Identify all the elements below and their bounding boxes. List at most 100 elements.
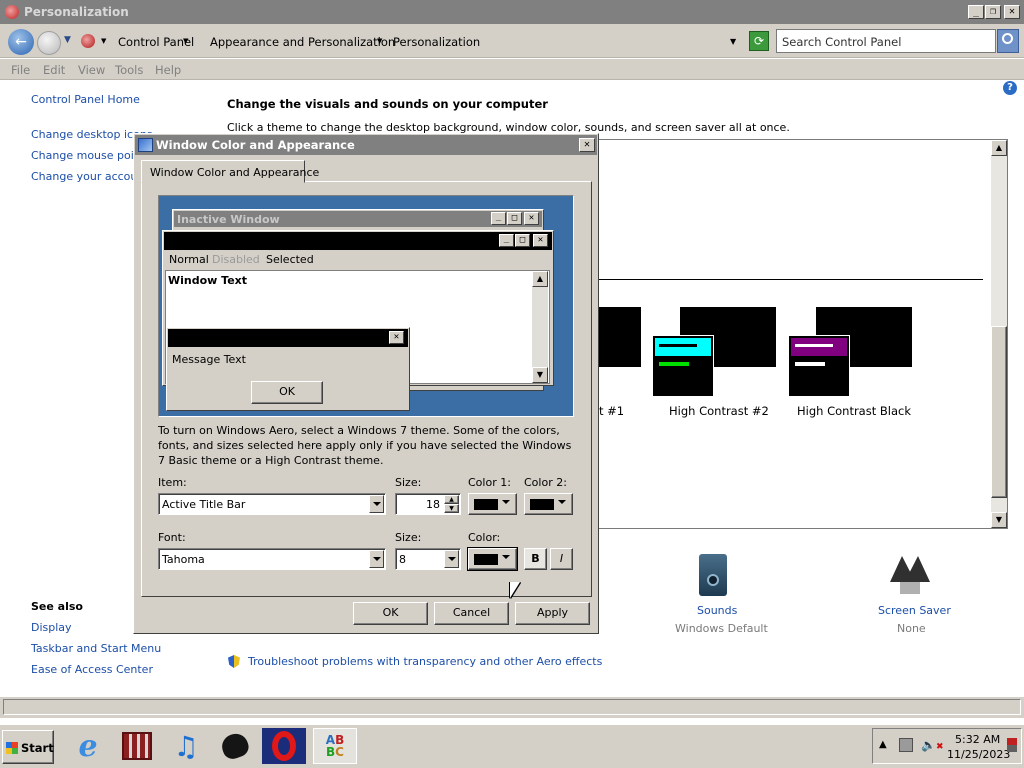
forward-button[interactable] xyxy=(37,31,61,55)
preview-message-box: ✕ Message Text OK xyxy=(166,327,410,411)
preview-message-text: Message Text xyxy=(172,353,246,366)
volume-muted-icon[interactable]: 🔈✖ xyxy=(921,738,944,752)
taskbar-music[interactable]: ♫ xyxy=(164,728,208,764)
taskbar-tools-app[interactable] xyxy=(213,728,257,764)
theme-label-contrast-2[interactable]: High Contrast #2 xyxy=(669,404,769,418)
system-tray: ▲ 🔈✖ 5:32 AM 11/25/2023 xyxy=(872,728,1022,764)
action-center-flag-icon[interactable] xyxy=(1007,738,1017,752)
taskbar-internet-explorer[interactable]: e xyxy=(66,728,110,764)
recent-pages-chevron-icon[interactable]: ▼ xyxy=(64,35,71,45)
tab-window-color[interactable]: Window Color and Appearance xyxy=(141,160,319,183)
breadcrumb-separator-icon[interactable]: ▼ xyxy=(183,37,188,45)
font-size-value: 8 xyxy=(399,553,406,566)
sounds-link[interactable]: Sounds xyxy=(697,604,737,617)
preview-active-close-icon: ✕ xyxy=(533,234,548,247)
sounds-icon[interactable] xyxy=(699,554,727,596)
preview-minimize-icon: _ xyxy=(491,212,506,225)
preview-inactive-title: Inactive Window xyxy=(177,213,280,226)
see-also-ease-of-access[interactable]: Ease of Access Center xyxy=(31,663,153,676)
font-color-picker[interactable] xyxy=(467,547,518,571)
breadcrumb-personalization[interactable]: Personalization xyxy=(393,35,480,49)
taskbar-media-app[interactable] xyxy=(115,728,159,764)
size-up-button[interactable]: ▲ xyxy=(444,495,459,504)
menu-edit[interactable]: Edit xyxy=(43,63,65,77)
color1-label: Color 1: xyxy=(468,476,511,489)
preview-close-icon: ✕ xyxy=(524,212,539,225)
appearance-dialog: Window Color and Appearance ✕ Window Col… xyxy=(133,133,599,634)
preview-window-text: Window Text xyxy=(168,274,248,287)
menu-help[interactable]: Help xyxy=(155,63,181,77)
theme-thumb-contrast-black[interactable] xyxy=(788,335,850,397)
theme-thumb-contrast-2[interactable] xyxy=(652,335,714,397)
preview-scroll-up-icon: ▲ xyxy=(532,271,548,287)
item-value: Active Title Bar xyxy=(162,498,246,511)
dialog-apply-button[interactable]: Apply xyxy=(515,602,590,625)
taskbar-abc-app[interactable]: AB BC xyxy=(313,728,357,764)
opera-icon xyxy=(272,731,296,761)
preview-inactive-title-bar: Inactive Window _ □ ✕ xyxy=(174,211,542,227)
network-icon[interactable] xyxy=(899,738,913,752)
clock-time[interactable]: 5:32 AM xyxy=(955,733,1000,746)
scroll-up-button[interactable]: ▲ xyxy=(991,140,1007,156)
size-down-button[interactable]: ▼ xyxy=(444,504,459,513)
scroll-down-button[interactable]: ▼ xyxy=(991,512,1007,528)
show-hidden-icons-icon[interactable]: ▲ xyxy=(879,739,887,750)
clock-date[interactable]: 11/25/2023 xyxy=(947,748,1010,761)
close-button[interactable]: ✕ xyxy=(1004,5,1020,19)
restore-button[interactable]: ❐ xyxy=(985,5,1001,19)
preview-maximize-icon: □ xyxy=(507,212,522,225)
troubleshoot-link[interactable]: Troubleshoot problems with transparency … xyxy=(248,655,602,668)
preview-active-maximize-icon: □ xyxy=(515,234,530,247)
breadcrumb-separator-icon[interactable]: ▼ xyxy=(377,37,382,45)
theme-thumb-contrast-1[interactable] xyxy=(599,307,641,367)
back-button[interactable]: ← xyxy=(8,29,34,55)
minimize-button[interactable]: _ xyxy=(968,5,984,19)
item-dropdown-arrow-icon[interactable] xyxy=(369,495,384,513)
dialog-title-bar: Window Color and Appearance ✕ xyxy=(135,135,597,155)
font-dropdown[interactable]: Tahoma xyxy=(158,548,386,570)
mouse-cursor-icon xyxy=(510,582,520,598)
screen-saver-link[interactable]: Screen Saver xyxy=(878,604,951,617)
scroll-thumb[interactable] xyxy=(991,326,1007,498)
screen-saver-icon[interactable] xyxy=(886,548,934,596)
bold-button[interactable]: B xyxy=(524,548,547,570)
sidebar-control-panel-home[interactable]: Control Panel Home xyxy=(31,93,140,106)
address-bar[interactable]: ▼ Control Panel ▼ Appearance and Persona… xyxy=(74,29,746,53)
color2-label: Color 2: xyxy=(524,476,567,489)
item-size-stepper[interactable]: 18 ▲ ▼ xyxy=(395,493,461,515)
menu-bar: File Edit View Tools Help xyxy=(0,59,1024,80)
item-dropdown[interactable]: Active Title Bar xyxy=(158,493,386,515)
breadcrumb-appearance[interactable]: Appearance and Personalization xyxy=(210,35,395,49)
color2-picker[interactable] xyxy=(524,493,573,515)
font-size-arrow-icon[interactable] xyxy=(444,550,459,568)
dialog-ok-button[interactable]: OK xyxy=(353,602,428,625)
dialog-cancel-button[interactable]: Cancel xyxy=(434,602,509,625)
address-dropdown-icon[interactable]: ▼ xyxy=(730,37,736,46)
see-also-display[interactable]: Display xyxy=(31,621,72,634)
refresh-icon: ⟳ xyxy=(753,34,765,48)
preview-scroll-down-icon: ▼ xyxy=(532,367,548,383)
font-size-dropdown[interactable]: 8 xyxy=(395,548,461,570)
search-button[interactable] xyxy=(997,29,1019,53)
tab-panel: Inactive Window _ □ ✕ _ □ ✕ Normal Disab… xyxy=(141,181,592,597)
dialog-close-button[interactable]: ✕ xyxy=(579,138,595,152)
font-value: Tahoma xyxy=(162,553,205,566)
menu-view[interactable]: View xyxy=(78,63,105,77)
italic-button[interactable]: I xyxy=(550,548,573,570)
menu-tools[interactable]: Tools xyxy=(115,63,143,77)
refresh-button[interactable]: ⟳ xyxy=(749,31,769,51)
preview-active-title-bar: _ □ ✕ xyxy=(164,232,552,250)
taskbar-opera[interactable] xyxy=(262,728,306,764)
preview-menu-selected: Selected xyxy=(266,253,314,266)
see-also-taskbar[interactable]: Taskbar and Start Menu xyxy=(31,642,161,655)
start-button[interactable]: Start xyxy=(2,730,54,764)
menu-file[interactable]: File xyxy=(11,63,30,77)
theme-list-scrollbar[interactable]: ▲ ▼ xyxy=(991,140,1007,528)
dialog-title: Window Color and Appearance xyxy=(156,138,355,152)
search-box[interactable]: Search Control Panel xyxy=(776,29,996,53)
color1-picker[interactable] xyxy=(468,493,517,515)
theme-label-contrast-black[interactable]: High Contrast Black xyxy=(797,404,911,418)
address-chevron-icon[interactable]: ▼ xyxy=(101,37,106,45)
help-button[interactable]: ? xyxy=(1003,81,1017,95)
font-dropdown-arrow-icon[interactable] xyxy=(369,550,384,568)
